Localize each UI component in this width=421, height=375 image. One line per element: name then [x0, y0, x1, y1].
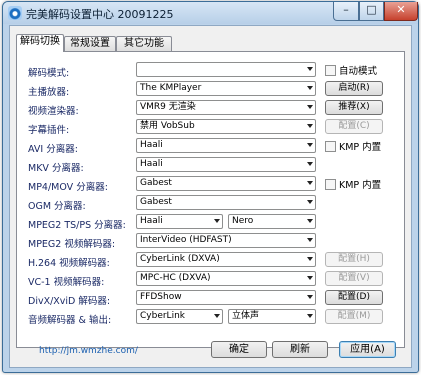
chevron-down-icon — [307, 86, 313, 90]
auto-mode-checkbox[interactable]: 自动模式 — [325, 63, 377, 77]
chevron-down-icon — [307, 162, 313, 166]
chevron-down-icon — [307, 105, 313, 109]
tab-general-settings[interactable]: 常规设置 — [64, 36, 116, 51]
mpeg2-ts-ps-splitter-label: MPEG2 TS/PS 分离器: — [28, 220, 126, 231]
checkbox-box[interactable] — [325, 65, 336, 76]
avi-splitter-select[interactable]: Haali — [136, 138, 316, 153]
avi-kmp-builtin-checkbox[interactable]: KMP 内置 — [325, 139, 381, 153]
launch-button[interactable]: 启动(R) — [325, 81, 383, 96]
checkbox-box[interactable] — [325, 141, 336, 152]
chevron-down-icon — [307, 295, 313, 299]
checkbox-box[interactable] — [325, 179, 336, 190]
title-bar[interactable]: 完美解码设置中心 20091225 – □ ✕ — [3, 2, 418, 24]
ogm-splitter-label: OGM 分离器: — [28, 201, 86, 212]
close-button[interactable]: ✕ — [384, 2, 418, 21]
chevron-down-icon — [307, 181, 313, 185]
video-renderer-select[interactable]: VMR9 无渲染 — [136, 100, 316, 115]
chevron-down-icon — [307, 257, 313, 261]
refresh-button[interactable]: 刷新 — [272, 341, 328, 358]
chevron-down-icon — [307, 200, 313, 204]
settings-window: 完美解码设置中心 20091225 – □ ✕ 解码切换 常规设置 其它功能 解… — [2, 1, 419, 373]
chevron-down-icon — [307, 219, 313, 223]
h264-video-decoder-select[interactable]: CyberLink (DXVA) — [136, 252, 316, 267]
audio-decoder-select[interactable]: CyberLink — [136, 309, 223, 324]
decoder-panel: 解码模式: 自动模式 主播放器: The KMPlayer 启动(R) 视频渲染… — [16, 51, 405, 348]
divx-config-button[interactable]: 配置(D) — [325, 290, 383, 305]
chevron-down-icon — [307, 314, 313, 318]
chevron-down-icon — [307, 124, 313, 128]
vc1-video-decoder-label: VC-1 视频解码器: — [28, 277, 105, 288]
ok-button[interactable]: 确定 — [211, 341, 267, 358]
chevron-down-icon — [214, 314, 220, 318]
app-icon — [8, 6, 22, 20]
ogm-splitter-select[interactable]: Gabest — [136, 195, 316, 210]
tab-other-functions[interactable]: 其它功能 — [116, 36, 172, 51]
video-renderer-label: 视频渲染器: — [28, 106, 79, 117]
vc1-config-button[interactable]: 配置(V) — [325, 271, 383, 286]
divx-xvid-decoder-select[interactable]: FFDShow — [136, 290, 316, 305]
recommend-button[interactable]: 推荐(X) — [325, 100, 383, 115]
h264-video-decoder-label: H.264 视频解码器: — [28, 258, 110, 269]
mpeg2-ts-ps-splitter-select[interactable]: Haali — [136, 214, 223, 229]
mkv-splitter-label: MKV 分离器: — [28, 163, 84, 174]
divx-xvid-decoder-label: DivX/XviD 解码器: — [28, 296, 111, 307]
chevron-down-icon — [214, 219, 220, 223]
subtitle-plugin-label: 字幕插件: — [28, 125, 70, 136]
subtitle-config-button[interactable]: 配置(C) — [325, 119, 383, 134]
main-player-select[interactable]: The KMPlayer — [136, 81, 316, 96]
apply-button[interactable]: 应用(A) — [339, 341, 396, 358]
chevron-down-icon — [307, 143, 313, 147]
maximize-button[interactable]: □ — [359, 2, 384, 21]
vc1-video-decoder-select[interactable]: MPC-HC (DXVA) — [136, 271, 316, 286]
avi-splitter-label: AVI 分离器: — [28, 144, 78, 155]
minimize-button[interactable]: – — [333, 2, 359, 21]
subtitle-plugin-select[interactable]: 禁用 VobSub — [136, 119, 316, 134]
chevron-down-icon — [307, 67, 313, 71]
decode-mode-label: 解码模式: — [28, 68, 70, 79]
website-link[interactable]: http://jm.wmzhe.com/ — [39, 346, 138, 356]
mp4-kmp-builtin-checkbox[interactable]: KMP 内置 — [325, 177, 381, 191]
audio-config-button[interactable]: 配置(M) — [325, 309, 383, 324]
mp4-mov-splitter-label: MP4/MOV 分离器: — [28, 182, 108, 193]
mpeg2-ts-ps-secondary-select[interactable]: Nero — [228, 214, 316, 229]
main-player-label: 主播放器: — [28, 87, 70, 98]
window-title: 完美解码设置中心 20091225 — [26, 8, 174, 21]
tab-decoder-switch[interactable]: 解码切换 — [16, 34, 64, 52]
decode-mode-select[interactable] — [136, 62, 316, 77]
chevron-down-icon — [307, 276, 313, 280]
mpeg2-video-decoder-label: MPEG2 视频解码器: — [28, 239, 116, 250]
h264-config-button[interactable]: 配置(H) — [325, 252, 383, 267]
chevron-down-icon — [307, 238, 313, 242]
mp4-mov-splitter-select[interactable]: Gabest — [136, 176, 316, 191]
mkv-splitter-select[interactable]: Haali — [136, 157, 316, 172]
mpeg2-video-decoder-select[interactable]: InterVideo (HDFAST) — [136, 233, 316, 248]
audio-decoder-output-label: 音频解码器 & 输出: — [28, 315, 112, 326]
dialog-client: 解码切换 常规设置 其它功能 解码模式: 自动模式 主播放器: The KMPl… — [9, 25, 412, 368]
audio-output-select[interactable]: 立体声 — [228, 309, 316, 324]
